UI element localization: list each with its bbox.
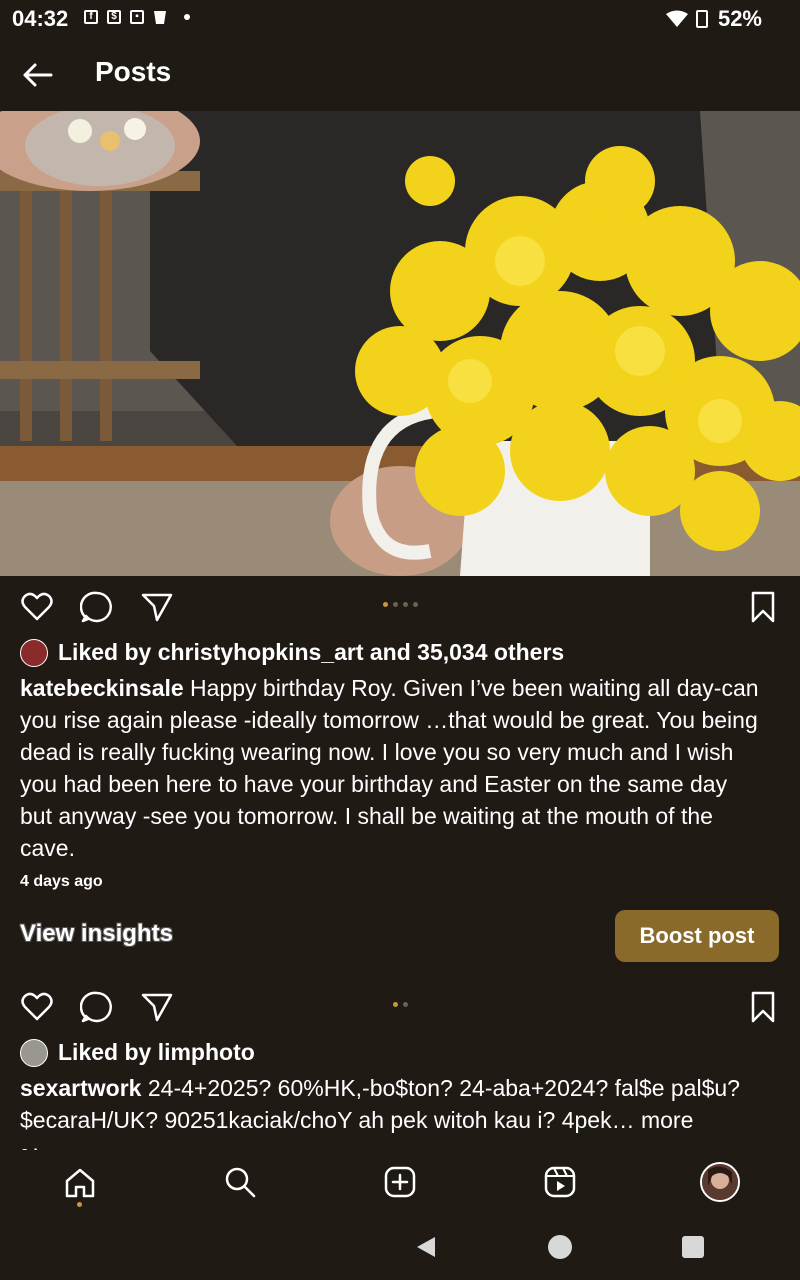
save-bookmark-icon[interactable] [746, 990, 780, 1024]
active-tab-indicator [77, 1202, 82, 1207]
comment-icon[interactable] [80, 590, 114, 624]
reels-icon[interactable] [543, 1165, 577, 1199]
carousel-indicator [393, 1002, 408, 1007]
status-time: 04:32 [12, 6, 69, 31]
liker-avatar[interactable] [20, 1039, 48, 1067]
liker-username[interactable]: christyhopkins_art [158, 639, 364, 665]
home-icon[interactable] [63, 1166, 97, 1200]
likes-summary[interactable]: Liked by christyhopkins_art and 35,034 o… [58, 636, 564, 668]
boost-post-button[interactable]: Boost post [615, 910, 779, 962]
likes-prefix: Liked by [58, 1039, 158, 1065]
share-icon[interactable] [140, 990, 174, 1024]
facebook-icon: f [84, 10, 98, 24]
carousel-dot [403, 602, 408, 607]
podcast-icon: ▪ [130, 10, 144, 24]
view-insights-link[interactable]: View insights [20, 920, 173, 948]
caption-text: Happy birthday Roy. Given I’ve been wait… [20, 675, 759, 861]
more-link[interactable]: more [635, 1107, 693, 1133]
liker-avatar[interactable] [20, 639, 48, 667]
liker-username[interactable]: limphoto [158, 1039, 255, 1065]
share-icon[interactable] [140, 590, 174, 624]
like-heart-icon[interactable] [20, 590, 54, 624]
notification-icons: f $ ▪ [84, 9, 190, 25]
search-icon[interactable] [223, 1165, 257, 1199]
likes-prefix: Liked by [58, 639, 158, 665]
page-title: Posts [95, 56, 172, 87]
comment-icon[interactable] [80, 990, 114, 1024]
caption-username[interactable]: katebeckinsale [20, 675, 184, 701]
create-post-icon[interactable] [383, 1165, 417, 1199]
carousel-dot [383, 602, 388, 607]
likes-summary[interactable]: Liked by limphoto [58, 1036, 255, 1068]
carousel-dot [393, 602, 398, 607]
shop-icon: $ [107, 10, 121, 24]
system-back-icon[interactable] [414, 1235, 438, 1259]
system-home-icon[interactable] [548, 1235, 572, 1259]
post-caption: katebeckinsale Happy birthday Roy. Given… [20, 672, 760, 864]
likes-count[interactable]: and 35,034 others [364, 639, 564, 665]
carousel-indicator [383, 602, 418, 607]
back-arrow-icon[interactable] [20, 58, 54, 92]
profile-avatar[interactable] [700, 1162, 740, 1202]
battery-level: 52% [717, 6, 762, 31]
carousel-dot [393, 1002, 398, 1007]
carousel-dot [403, 1002, 408, 1007]
post-timestamp: 4 days ago [20, 873, 103, 890]
battery-icon [696, 10, 708, 28]
system-recents-icon[interactable] [682, 1236, 704, 1258]
status-bar: 04:32 f $ ▪ 52% [0, 0, 800, 40]
bottom-navigation [0, 1150, 800, 1220]
system-navigation-bar [0, 1220, 800, 1280]
wifi-icon [666, 10, 688, 27]
save-bookmark-icon[interactable] [746, 590, 780, 624]
post-timestamp: 6 hours ago [20, 1140, 790, 1150]
post-caption: sexartwork 24-4+2025? 60%HK,-bo$ton? 24-… [20, 1072, 790, 1150]
cup-icon [154, 11, 166, 24]
post-image[interactable] [0, 111, 800, 576]
caption-username[interactable]: sexartwork [20, 1075, 141, 1101]
like-heart-icon[interactable] [20, 990, 54, 1024]
carousel-dot [413, 602, 418, 607]
more-notifications-dot [184, 14, 190, 20]
